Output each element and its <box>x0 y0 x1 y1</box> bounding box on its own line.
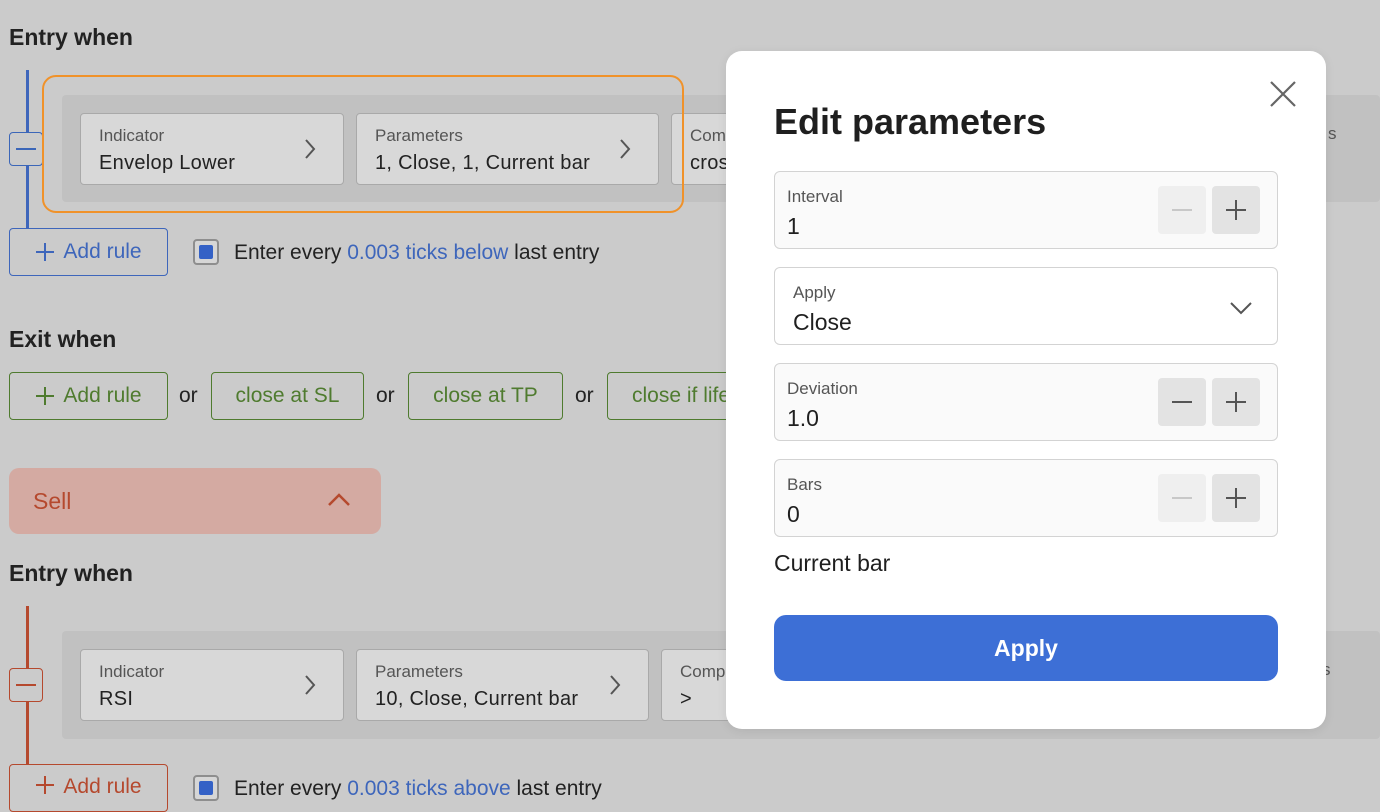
chevron-down-icon <box>1230 302 1252 315</box>
edit-parameters-modal: Edit parameters Interval 1 Apply Close D… <box>726 51 1326 729</box>
apply-select-label: Apply <box>793 283 836 302</box>
close-if-life-label: close if life <box>632 384 731 407</box>
sell-indicator-field[interactable]: Indicator RSI <box>80 649 344 721</box>
deviation-field[interactable]: Deviation 1.0 <box>774 363 1278 441</box>
apply-select[interactable]: Apply Close <box>774 267 1278 345</box>
highlight-outline <box>42 75 684 213</box>
sell-enter-every-checkbox[interactable] <box>193 775 219 801</box>
bars-value[interactable]: 0 <box>787 501 800 528</box>
deviation-decrement-button[interactable] <box>1158 378 1206 426</box>
deviation-label: Deviation <box>787 379 858 398</box>
minus-icon <box>1172 497 1192 499</box>
exit-add-rule-button[interactable]: Add rule <box>9 372 168 420</box>
enter-every-ticks-link[interactable]: 0.003 ticks below <box>347 241 508 264</box>
or-separator: or <box>575 384 594 407</box>
buy-enter-every-text: Enter every 0.003 ticks below last entry <box>234 241 599 265</box>
chevron-right-icon <box>305 675 316 695</box>
plus-icon <box>36 243 55 261</box>
buy-add-rule-button[interactable]: Add rule <box>9 228 168 276</box>
comparison-label: Comp <box>680 662 726 681</box>
sell-enter-every-text: Enter every 0.003 ticks above last entry <box>234 777 602 801</box>
close-at-sl-button[interactable]: close at SL <box>211 372 364 420</box>
plus-icon <box>36 776 55 794</box>
interval-increment-button[interactable] <box>1212 186 1260 234</box>
sell-parameters-field[interactable]: Parameters 10, Close, Current bar <box>356 649 649 721</box>
apply-button[interactable]: Apply <box>774 615 1278 681</box>
plus-icon <box>1226 392 1246 412</box>
bars-increment-button[interactable] <box>1212 474 1260 522</box>
interval-field[interactable]: Interval 1 <box>774 171 1278 249</box>
enter-every-suffix: last entry <box>514 241 600 264</box>
apply-select-value: Close <box>793 309 852 335</box>
remove-sell-rule-button[interactable] <box>9 668 43 702</box>
modal-title: Edit parameters <box>774 101 1047 142</box>
enter-every-suffix: last entry <box>516 777 602 800</box>
sell-section-header[interactable]: Sell <box>9 468 381 534</box>
interval-label: Interval <box>787 187 843 206</box>
bars-label: Bars <box>787 475 822 494</box>
minus-icon <box>1172 401 1192 403</box>
buy-enter-every-checkbox[interactable] <box>193 239 219 265</box>
add-rule-label: Add rule <box>63 775 142 798</box>
chevron-up-icon <box>328 493 350 506</box>
close-modal-button[interactable] <box>1266 77 1300 111</box>
indicator-value: RSI <box>99 688 134 710</box>
close-at-tp-label: close at TP <box>433 384 538 407</box>
bars-field[interactable]: Bars 0 <box>774 459 1278 537</box>
deviation-increment-button[interactable] <box>1212 378 1260 426</box>
interval-value[interactable]: 1 <box>787 213 800 240</box>
bars-decrement-button[interactable] <box>1158 474 1206 522</box>
add-rule-label: Add rule <box>63 384 142 407</box>
chevron-right-icon <box>610 675 621 695</box>
sell-entry-title: Entry when <box>9 560 133 586</box>
comparison-value: > <box>680 688 692 710</box>
remove-buy-rule-button[interactable] <box>9 132 43 166</box>
close-icon <box>1270 81 1296 107</box>
plus-icon <box>1226 488 1246 508</box>
or-separator: or <box>179 384 198 407</box>
plus-icon <box>1226 200 1246 220</box>
close-at-sl-label: close at SL <box>235 384 340 407</box>
add-rule-label: Add rule <box>63 240 142 263</box>
exit-title: Exit when <box>9 326 117 352</box>
deviation-value[interactable]: 1.0 <box>787 405 819 432</box>
interval-decrement-button[interactable] <box>1158 186 1206 234</box>
enter-every-ticks-link[interactable]: 0.003 ticks above <box>347 777 510 800</box>
enter-every-prefix: Enter every <box>234 241 342 264</box>
buy-entry-title: Entry when <box>9 24 133 50</box>
or-separator: or <box>376 384 395 407</box>
minus-icon <box>1172 209 1192 211</box>
sell-label: Sell <box>33 488 72 514</box>
current-bar-caption: Current bar <box>774 550 891 576</box>
plus-icon <box>36 387 55 405</box>
indicator-label: Indicator <box>99 662 165 681</box>
enter-every-prefix: Enter every <box>234 777 342 800</box>
close-at-tp-button[interactable]: close at TP <box>408 372 563 420</box>
parameters-value: 10, Close, Current bar <box>375 688 579 710</box>
sell-add-rule-button[interactable]: Add rule <box>9 764 168 812</box>
parameters-label: Parameters <box>375 662 463 681</box>
buy-hidden-field-label: s <box>1328 124 1337 143</box>
